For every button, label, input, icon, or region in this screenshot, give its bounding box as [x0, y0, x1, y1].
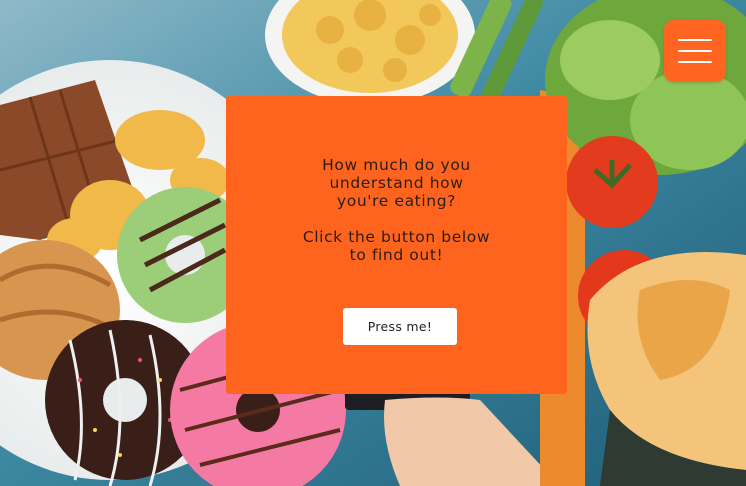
question-line: How much do you — [322, 156, 471, 174]
card-text: How much do you understand how you're ea… — [226, 156, 567, 264]
press-me-button[interactable]: Press me! — [343, 308, 457, 345]
hamburger-menu-button[interactable] — [664, 20, 726, 82]
quiz-card: How much do you understand how you're ea… — [226, 96, 567, 394]
melon-slice — [587, 252, 746, 486]
cta-line: Click the button below — [302, 228, 491, 246]
question-line: understand how — [329, 174, 464, 192]
cta-line: to find out! — [349, 246, 444, 264]
tomato-top — [566, 136, 658, 228]
question-line: you're eating? — [337, 192, 456, 210]
